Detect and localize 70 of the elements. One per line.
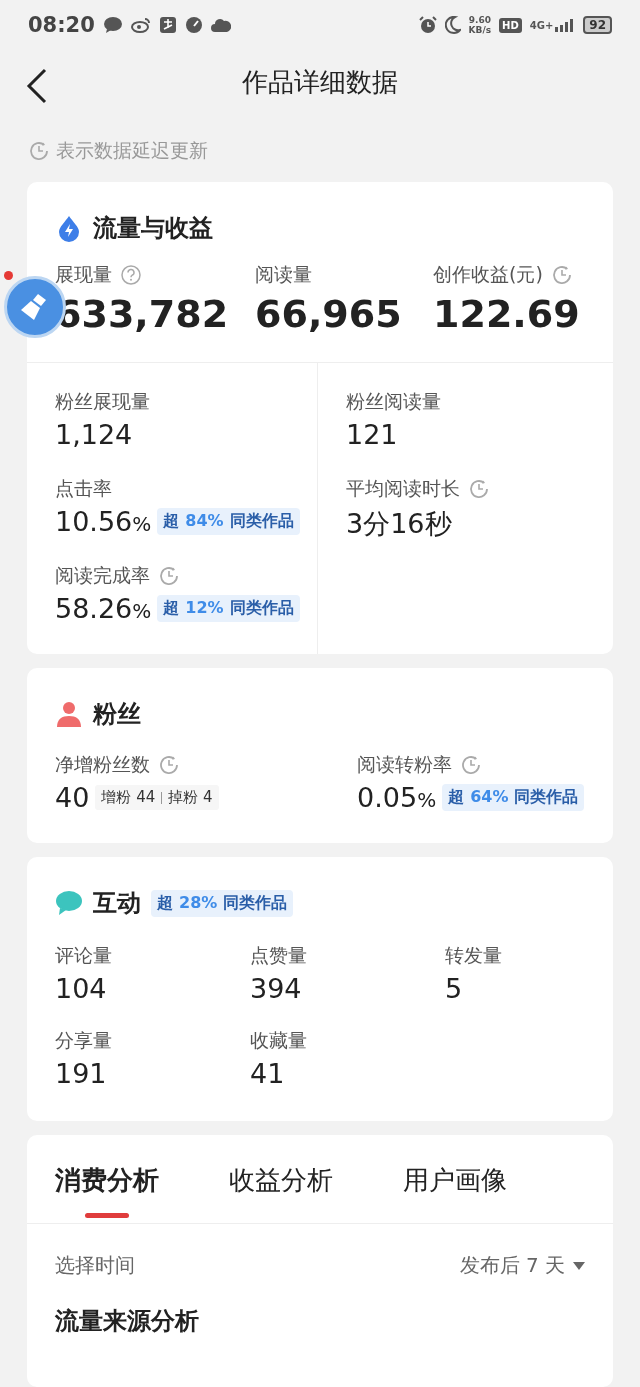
metric-value: 5 [445, 973, 463, 1004]
clock-icon [158, 754, 180, 776]
status-time: 08:20 [28, 13, 95, 37]
metric-value: 10.56% [55, 506, 152, 537]
metric-value: 1,124 [55, 419, 133, 450]
analysis-tab[interactable]: 消费分析 [55, 1163, 159, 1223]
gauge-icon [184, 16, 203, 34]
metric-label: 点击率 [55, 476, 112, 501]
metric-value: 104 [55, 973, 107, 1004]
metric-label: 点赞量 [250, 943, 307, 968]
percentile-badge: 超 12% 同类作品 [157, 595, 300, 622]
signal-icon [555, 18, 576, 32]
metric-value: 0.05% [357, 782, 437, 813]
alarm-clock-icon [418, 16, 437, 34]
metric-label: 粉丝展现量 [55, 389, 150, 414]
card-title: 流量与收益 [93, 213, 213, 244]
help-icon[interactable] [120, 264, 142, 286]
metric-value: 394 [250, 973, 302, 1004]
metric-label: 净增粉丝数 [55, 752, 150, 777]
metric-label: 创作收益(元) [433, 262, 543, 287]
metric-value: 122.69 [433, 292, 581, 336]
metric-value: 58.26% [55, 593, 152, 624]
time-dropdown[interactable]: 发布后 7 天 [459, 1252, 585, 1279]
metric-label: 评论量 [55, 943, 112, 968]
metric-value: 121 [346, 419, 398, 450]
fan-change-text: 掉粉 4 [168, 788, 213, 807]
person-icon [55, 700, 83, 728]
card-title: 粉丝 [93, 699, 141, 730]
card-title: 互动 [93, 888, 141, 919]
delay-notice: 表示数据延迟更新 [56, 138, 208, 163]
percentile-badge: 超 64% 同类作品 [442, 784, 585, 811]
percentile-badge: 超 84% 同类作品 [157, 508, 300, 535]
metric-value: 191 [55, 1058, 107, 1089]
speech-bubble-icon [55, 890, 83, 916]
percentile-badge: 超 28% 同类作品 [151, 889, 294, 917]
moon-icon [444, 16, 461, 34]
metric-value: 66,965 [255, 292, 403, 336]
metric-value: 41 [250, 1058, 285, 1089]
page-title: 作品详细数据 [242, 65, 398, 99]
clock-icon [460, 754, 482, 776]
analysis-tab[interactable]: 收益分析 [229, 1163, 333, 1223]
cloud-icon [210, 17, 231, 33]
metric-label: 分享量 [55, 1028, 112, 1053]
analysis-tab[interactable]: 用户画像 [403, 1163, 507, 1223]
clock-icon [468, 478, 490, 500]
metric-label: 阅读量 [255, 262, 312, 287]
battery-indicator: 92 [583, 16, 612, 34]
app-badge-icon [158, 16, 177, 34]
caret-icon [573, 1261, 585, 1270]
clock-icon [550, 264, 573, 286]
network-speed: 9.60 KB/s [468, 15, 492, 35]
metric-label: 展现量 [55, 262, 112, 287]
metric-label: 阅读转粉率 [357, 752, 452, 777]
eye-logo-icon [130, 17, 151, 33]
section-title: 流量来源分析 [54, 1306, 200, 1337]
chevron-left-icon [26, 68, 48, 104]
clock-icon [28, 140, 50, 162]
metric-label: 平均阅读时长 [346, 476, 460, 501]
hd-indicator: HD [499, 17, 522, 33]
metric-label: 收藏量 [250, 1028, 307, 1053]
fan-change-text: 增粉 44 [101, 788, 156, 807]
chat-bubble-icon [102, 16, 123, 34]
metric-label: 阅读完成率 [55, 563, 150, 588]
time-label: 选择时间 [55, 1252, 135, 1279]
metric-label: 粉丝阅读量 [346, 389, 441, 414]
metric-label: 转发量 [445, 943, 502, 968]
network-type: 4G+ [529, 19, 554, 31]
clock-icon [158, 565, 180, 587]
metric-value: 3分16秒 [346, 507, 452, 541]
metric-value: 40 [55, 782, 90, 813]
